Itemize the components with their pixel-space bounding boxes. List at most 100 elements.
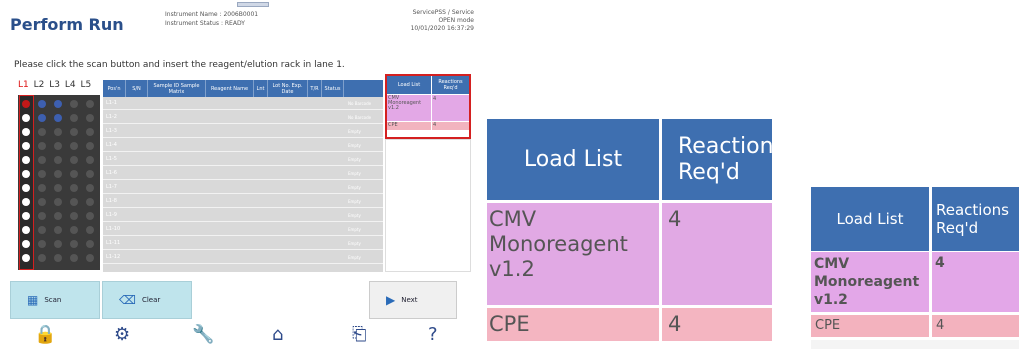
- reactions-header-line2: Req'd: [678, 159, 740, 185]
- gear-icon[interactable]: ⚙: [114, 324, 130, 345]
- position-cell: L1-9: [106, 212, 117, 218]
- rack-slot: [70, 226, 78, 234]
- status-cell: Empty: [348, 241, 361, 246]
- rack-grid: Pos'n S/N Sample ID Sample Matrix Reagent N…: [103, 80, 383, 272]
- exit-icon[interactable]: ⎗: [352, 324, 366, 345]
- rack-slot: [22, 226, 30, 234]
- instrument-status: Instrument Status : READY: [165, 20, 245, 27]
- home-icon[interactable]: ⌂: [272, 324, 283, 345]
- rack-slot: [86, 184, 94, 192]
- rack-slot: [38, 142, 46, 150]
- rack-slot: [38, 100, 46, 108]
- load-item-name-part: CMV: [489, 207, 537, 231]
- rack-slot: [54, 198, 62, 206]
- rack-slot: [38, 156, 46, 164]
- clear-button[interactable]: ⌫ Clear: [102, 281, 192, 319]
- load-item-name[interactable]: CMV Monoreagent v1.2: [487, 203, 659, 305]
- table-row[interactable]: L1-1 No Barcode: [103, 98, 383, 110]
- rack-slot: [54, 142, 62, 150]
- lane-label[interactable]: L3: [49, 80, 60, 90]
- scan-label: Scan: [44, 296, 62, 304]
- rack-slot: [22, 240, 30, 248]
- lock-icon[interactable]: 🔒: [34, 324, 56, 345]
- grid-column-header: T/R: [308, 80, 322, 97]
- table-row[interactable]: L1-11 Empty: [103, 238, 383, 250]
- status-cell: Empty: [348, 185, 361, 190]
- status-cell: Empty: [348, 157, 361, 162]
- status-cell: Empty: [348, 129, 361, 134]
- load-item-name[interactable]: CPE: [387, 122, 431, 130]
- position-cell: L1-8: [106, 198, 117, 204]
- position-cell: L1-2: [106, 114, 117, 120]
- rack-slot: [70, 184, 78, 192]
- rack-slot: [38, 114, 46, 122]
- grid-column-header: Status: [322, 80, 344, 97]
- position-cell: L1-11: [106, 240, 121, 246]
- table-row[interactable]: L1-7 Empty: [103, 182, 383, 194]
- load-item-name-part: Monoreagent: [814, 274, 920, 290]
- table-row[interactable]: L1-4 Empty: [103, 140, 383, 152]
- rack-slot: [70, 100, 78, 108]
- load-item-name-part: CMV: [814, 256, 850, 272]
- lane-label[interactable]: L1: [18, 80, 29, 90]
- rack-slot: [70, 114, 78, 122]
- grid-column-header: S/N: [126, 80, 148, 97]
- load-item-name[interactable]: CMV Monoreagent v1.2: [811, 252, 929, 312]
- rack-slot: [22, 114, 30, 122]
- load-list-header: Load List: [811, 187, 929, 251]
- user-info: ServicePSS / Service OPEN mode 10/01/202…: [411, 9, 474, 33]
- clear-icon: ⌫: [119, 293, 136, 307]
- perform-run-screen: Perform Run Instrument Name : 2006B0001 …: [0, 0, 478, 349]
- rack-slot: [22, 100, 30, 108]
- lane-label[interactable]: L5: [81, 80, 92, 90]
- rack-slot: [38, 128, 46, 136]
- lane-labels: L1 L2 L3 L4 L5: [18, 80, 91, 90]
- next-button[interactable]: ▶ Next: [369, 281, 457, 319]
- status-cell: Empty: [348, 199, 361, 204]
- rack-slot: [86, 170, 94, 178]
- table-row[interactable]: L1-6 Empty: [103, 168, 383, 180]
- rack-slot: [86, 226, 94, 234]
- lane-label[interactable]: L4: [65, 80, 76, 90]
- rack-slot: [38, 198, 46, 206]
- reactions-header: Reactions Req'd: [932, 187, 1019, 251]
- instrument-info: Instrument Name : 2006B0001 Instrument S…: [165, 10, 258, 28]
- rack-slot: [22, 128, 30, 136]
- rack-slot: [70, 170, 78, 178]
- reactions-header: Reactions Req'd: [662, 119, 785, 200]
- rack-slot: [70, 142, 78, 150]
- table-row[interactable]: L1-2 No Barcode: [103, 112, 383, 124]
- table-row[interactable]: L1-12 Empty: [103, 252, 383, 264]
- load-item-name[interactable]: CPE: [487, 308, 659, 341]
- position-cell: L1-7: [106, 184, 117, 190]
- wrench-icon[interactable]: 🔧: [192, 324, 214, 345]
- status-cell: No Barcode: [348, 101, 372, 106]
- instrument-tab[interactable]: [237, 2, 269, 7]
- user-name: ServicePSS / Service: [412, 9, 474, 16]
- rack-slot: [86, 212, 94, 220]
- rack-slot: [54, 254, 62, 262]
- table-row[interactable]: L1-3 Empty: [103, 126, 383, 138]
- status-cell: No Barcode: [348, 115, 372, 120]
- load-item-reactions: 4: [932, 252, 1019, 312]
- reactions-header: Reactions Req'd: [432, 76, 469, 94]
- rack-slot: [54, 100, 62, 108]
- table-row[interactable]: L1-10 Empty: [103, 224, 383, 236]
- table-row[interactable]: L1-5 Empty: [103, 154, 383, 166]
- help-icon[interactable]: ?: [428, 324, 438, 345]
- grid-column-header: Pos'n: [103, 80, 126, 97]
- load-item-name[interactable]: CMV Monoreagent v1.2: [387, 95, 431, 121]
- rack-slot: [54, 226, 62, 234]
- scan-button[interactable]: ▦ Scan: [10, 281, 100, 319]
- grid-header: Pos'n S/N Sample ID Sample Matrix Reagent N…: [103, 80, 383, 97]
- rack-slot: [54, 156, 62, 164]
- lane-label[interactable]: L2: [34, 80, 45, 90]
- rack-slot: [22, 212, 30, 220]
- rack-slot: [38, 170, 46, 178]
- table-row[interactable]: L1-9 Empty: [103, 210, 383, 222]
- load-item-name[interactable]: CPE: [811, 315, 929, 337]
- rack-slot: [22, 198, 30, 206]
- table-row[interactable]: L1-8 Empty: [103, 196, 383, 208]
- rack-slot: [70, 240, 78, 248]
- rack-slot: [86, 198, 94, 206]
